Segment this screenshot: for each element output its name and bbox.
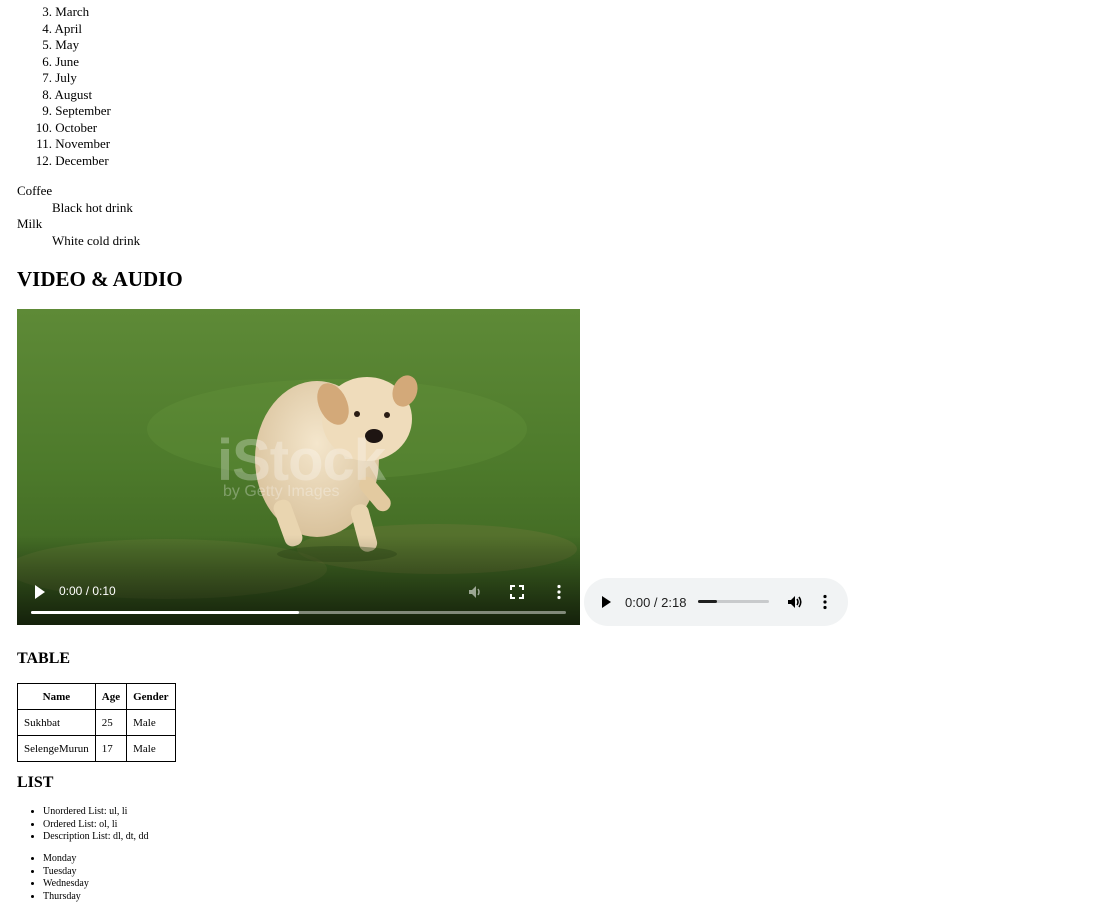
- list-item: Ordered List: ol, li: [43, 819, 149, 832]
- video-player[interactable]: iStock by Getty Images 0:00 / 0:10: [17, 309, 580, 625]
- column-header: Gender: [127, 684, 175, 710]
- table-row: SelengeMurun 17 Male: [18, 736, 176, 762]
- video-time: 0:00 / 0:10: [59, 584, 116, 598]
- list-item: 10. October: [17, 120, 111, 137]
- column-header: Name: [18, 684, 96, 710]
- more-options-icon[interactable]: [550, 583, 568, 601]
- people-table: Name Age Gender Sukhbat 25 Male SelengeM…: [17, 683, 176, 762]
- video-controls: 0:00 / 0:10: [17, 575, 580, 625]
- table-cell: 25: [95, 710, 126, 736]
- list-item: Monday: [43, 853, 89, 866]
- video-progress-bar[interactable]: [31, 611, 566, 614]
- play-icon[interactable]: [600, 593, 614, 611]
- description-term: Milk: [17, 216, 140, 233]
- description-term: Coffee: [17, 183, 140, 200]
- list-item: Unordered List: ul, li: [43, 806, 149, 819]
- table-cell: Male: [127, 736, 175, 762]
- list-item: 8. August: [17, 87, 111, 104]
- audio-player[interactable]: 0:00 / 2:18: [584, 578, 848, 626]
- list-item: 9. September: [17, 103, 111, 120]
- table-cell: SelengeMurun: [18, 736, 96, 762]
- description-detail: White cold drink: [52, 233, 140, 250]
- list-item: 4. April: [17, 21, 111, 38]
- audio-time: 0:00 / 2:18: [625, 595, 686, 610]
- audio-progress-fill: [698, 600, 717, 603]
- video-audio-heading: VIDEO & AUDIO: [17, 266, 183, 292]
- list-item: 6. June: [17, 54, 111, 71]
- table-heading: TABLE: [17, 650, 70, 668]
- list-item: 3. March: [17, 4, 111, 21]
- table-cell: 17: [95, 736, 126, 762]
- play-icon[interactable]: [33, 583, 47, 601]
- volume-icon[interactable]: [786, 593, 804, 611]
- more-options-icon[interactable]: [816, 593, 834, 611]
- list-item: 5. May: [17, 37, 111, 54]
- list-item: 11. November: [17, 136, 111, 153]
- video-watermark-sub: by Getty Images: [223, 483, 340, 501]
- months-ordered-list: 3. March 4. April 5. May 6. June 7. July…: [17, 4, 111, 169]
- drinks-description-list: Coffee Black hot drink Milk White cold d…: [17, 183, 140, 249]
- list-item: 12. December: [17, 153, 111, 170]
- volume-icon[interactable]: [466, 583, 484, 601]
- list-item: Wednesday: [43, 878, 89, 891]
- table-cell: Sukhbat: [18, 710, 96, 736]
- column-header: Age: [95, 684, 126, 710]
- table-cell: Male: [127, 710, 175, 736]
- list-item: 7. July: [17, 70, 111, 87]
- table-row: Sukhbat 25 Male: [18, 710, 176, 736]
- fullscreen-icon[interactable]: [508, 583, 526, 601]
- audio-progress-bar[interactable]: [698, 600, 769, 603]
- list-item: Tuesday: [43, 866, 89, 879]
- video-progress-fill: [31, 611, 299, 614]
- list-item: Description List: dl, dt, dd: [43, 831, 149, 844]
- description-detail: Black hot drink: [52, 200, 140, 217]
- list-types-list: Unordered List: ul, li Ordered List: ol,…: [17, 806, 149, 844]
- list-heading: LIST: [17, 774, 53, 792]
- days-list: Monday Tuesday Wednesday Thursday: [17, 853, 89, 903]
- table-header-row: Name Age Gender: [18, 684, 176, 710]
